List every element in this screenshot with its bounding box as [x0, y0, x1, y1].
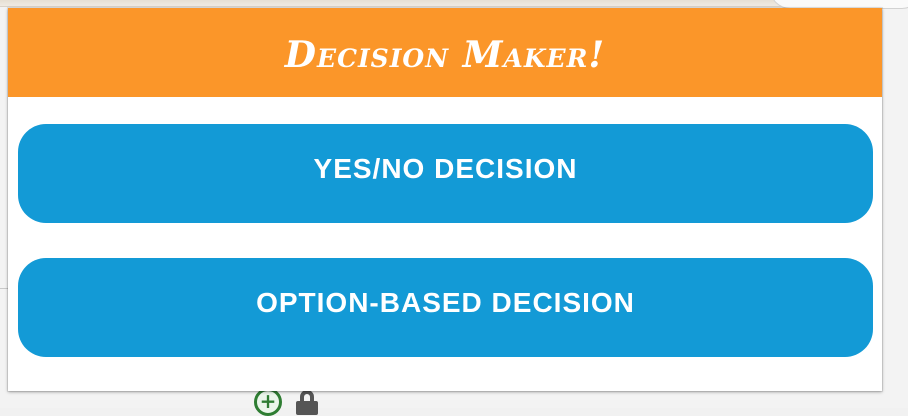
browser-top-strip — [0, 0, 908, 7]
lock-body — [296, 401, 318, 415]
page-divider-line — [0, 288, 8, 289]
popup-header: Decision Maker! — [8, 8, 882, 97]
option-based-decision-button[interactable]: OPTION-BASED DECISION — [18, 258, 873, 357]
decision-maker-popup: Decision Maker! YES/NO DECISION OPTION-B… — [8, 8, 882, 391]
page-bottom-icons: + — [254, 388, 322, 416]
option-based-decision-label: OPTION-BASED DECISION — [256, 286, 635, 318]
plus-circle-icon[interactable]: + — [254, 388, 282, 416]
yes-no-decision-label: YES/NO DECISION — [313, 152, 578, 184]
lock-icon[interactable] — [292, 388, 322, 415]
yes-no-decision-button[interactable]: YES/NO DECISION — [18, 124, 873, 223]
popup-title: Decision Maker! — [284, 33, 606, 76]
